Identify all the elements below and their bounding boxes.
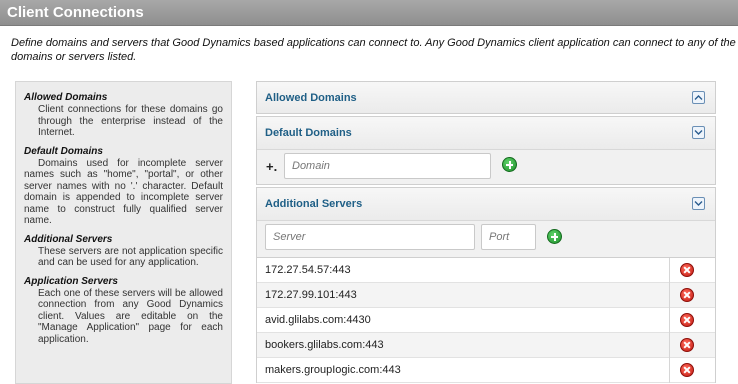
table-row: 172.27.54.57:443 [257,258,715,283]
delete-cell [669,358,715,383]
default-domains-title: Default Domains [265,127,352,139]
server-list: 172.27.54.57:443 172.27.99.101:443 avid.… [256,258,716,383]
default-domains-panel: Default Domains +. [256,116,716,185]
chevron-up-icon [694,95,703,100]
table-row: bookers.glilabs.com:443 [257,333,715,358]
help-default-body: Domains used for incomplete server names… [24,157,223,227]
delete-server-button[interactable] [680,263,694,277]
additional-servers-panel: Additional Servers [256,187,716,258]
chevron-down-icon [694,130,703,135]
add-domain-button[interactable] [502,157,517,172]
intro-line-2: domains or servers listed. [11,51,137,63]
additional-servers-header[interactable]: Additional Servers [257,188,715,221]
server-address: bookers.glilabs.com:443 [265,339,384,351]
delete-cell [669,258,715,283]
port-input[interactable] [481,224,536,250]
collapse-default-domains-button[interactable] [692,126,705,139]
server-address: 172.27.99.101:443 [265,289,357,301]
allowed-domains-panel: Allowed Domains [256,81,716,114]
additional-servers-title: Additional Servers [265,198,363,210]
help-default-title: Default Domains [24,145,103,157]
default-domains-header[interactable]: Default Domains [257,117,715,150]
delete-cell [669,308,715,333]
help-default-domains: Default Domains Domains used for incompl… [24,146,223,227]
intro-line-1: Define domains and servers that Good Dyn… [11,37,736,49]
delete-server-button[interactable] [680,288,694,302]
table-row: avid.glilabs.com:4430 [257,308,715,333]
allowed-domains-header[interactable]: Allowed Domains [257,82,715,113]
collapse-additional-servers-button[interactable] [692,197,705,210]
server-input[interactable] [265,224,475,250]
help-additional-title: Additional Servers [24,233,113,245]
domain-input[interactable] [284,153,491,179]
help-additional-body: These servers are not application specif… [38,245,223,269]
delete-server-button[interactable] [680,313,694,327]
table-row: 172.27.99.101:443 [257,283,715,308]
delete-server-button[interactable] [680,338,694,352]
help-allowed-domains: Allowed Domains Client connections for t… [24,92,223,139]
page-title: Client Connections [7,4,144,21]
help-application-servers: Application Servers Each one of these se… [24,276,223,346]
help-application-body: Each one of these servers will be allowe… [38,287,223,345]
allowed-domains-title: Allowed Domains [265,92,357,104]
server-address: avid.glilabs.com:4430 [265,314,371,326]
help-allowed-body: Client connections for these domains go … [38,104,223,138]
server-address: 172.27.54.57:443 [265,264,351,276]
delete-cell [669,283,715,308]
chevron-down-icon [694,201,703,206]
intro-text: Define domains and servers that Good Dyn… [11,36,738,64]
server-address: makers.groupIogic.com:443 [265,364,401,376]
add-server-button[interactable] [547,229,562,244]
page-header: Client Connections [0,0,738,26]
domain-prefix: +. [266,159,278,174]
table-row: makers.groupIogic.com:443 [257,358,715,383]
expand-allowed-domains-button[interactable] [692,91,705,104]
delete-server-button[interactable] [680,363,694,377]
delete-cell [669,333,715,358]
help-sidebar: Allowed Domains Client connections for t… [15,81,232,384]
help-allowed-title: Allowed Domains [24,92,108,103]
help-additional-servers: Additional Servers These servers are not… [24,234,223,269]
help-application-title: Application Servers [24,275,118,287]
